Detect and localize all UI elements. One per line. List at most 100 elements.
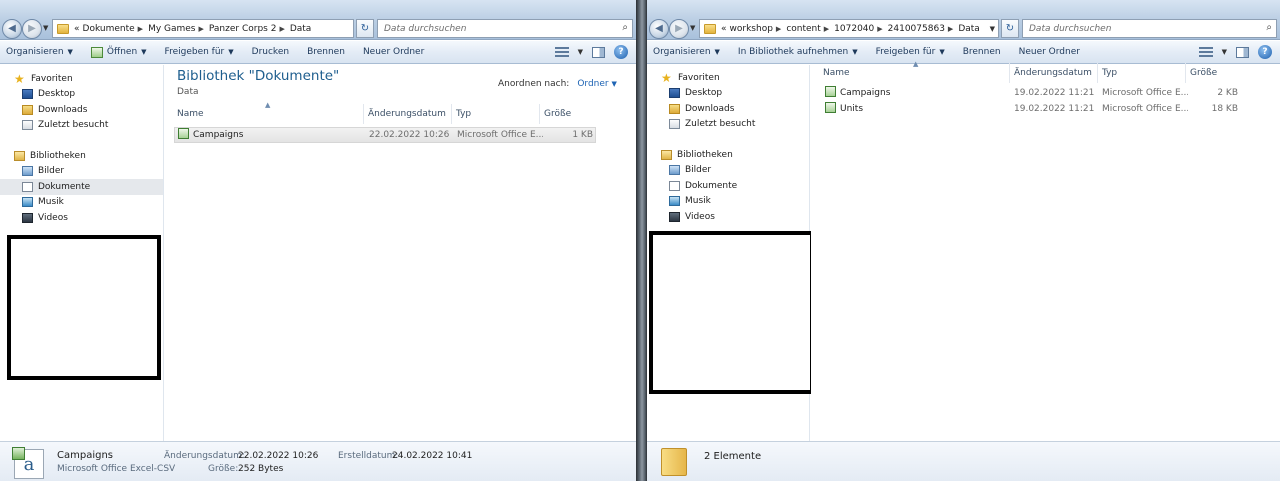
burn-button[interactable]: Brennen <box>307 47 345 57</box>
breadcrumb-data[interactable]: Data <box>290 24 312 34</box>
share-menu[interactable]: Freigeben für ▼ <box>876 47 945 57</box>
recent-pages-dropdown[interactable]: ▼ <box>43 24 48 32</box>
nav-label: Videos <box>685 211 715 222</box>
details-size-value: 252 Bytes <box>238 464 284 474</box>
table-row[interactable]: Units 19.02.2022 11:21 Microsoft Office … <box>822 102 1242 118</box>
col-type[interactable]: Typ <box>1098 63 1186 83</box>
forward-button[interactable]: ▶ <box>669 19 689 39</box>
chevron-right-icon[interactable]: ▶ <box>948 25 953 33</box>
new-folder-label: Neuer Ordner <box>1018 47 1080 57</box>
nav-favorites[interactable]: ★ Favoriten <box>0 71 163 87</box>
search-box[interactable]: ⌕ <box>1022 19 1277 38</box>
col-modified[interactable]: Änderungsdatum <box>1010 63 1098 83</box>
chevron-down-icon: ▼ <box>228 48 234 56</box>
breadcrumb[interactable]: « Dokumente ▶ My Games ▶ Panzer Corps 2 ▶ D… <box>52 19 354 38</box>
refresh-button[interactable]: ↻ <box>1001 19 1019 38</box>
back-button[interactable]: ◀ <box>649 19 669 39</box>
view-options-icon[interactable] <box>554 47 569 57</box>
chevron-down-icon: ▼ <box>141 48 147 56</box>
breadcrumb-overflow[interactable]: « <box>721 24 727 34</box>
excel-csv-file-icon <box>825 102 836 113</box>
breadcrumb-dokumente[interactable]: Dokumente <box>83 24 135 34</box>
share-menu[interactable]: Freigeben für ▼ <box>165 47 234 57</box>
open-button[interactable]: Öffnen ▼ <box>90 46 147 58</box>
col-size[interactable]: Größe <box>1186 63 1248 83</box>
nav-label: Bibliotheken <box>30 150 86 161</box>
recent-pages-dropdown[interactable]: ▼ <box>690 24 695 32</box>
chevron-down-icon[interactable]: ▼ <box>990 25 995 33</box>
nav-libraries[interactable]: Bibliotheken <box>0 148 163 164</box>
nav-item-recent[interactable]: Zuletzt besucht <box>0 118 163 134</box>
nav-item-pictures[interactable]: Bilder <box>0 164 163 180</box>
nav-item-downloads[interactable]: Downloads <box>0 102 163 118</box>
search-icon[interactable]: ⌕ <box>1266 22 1272 33</box>
breadcrumb-content[interactable]: content <box>786 24 820 34</box>
search-box[interactable]: ⌕ <box>377 19 633 38</box>
command-bar: Organisieren ▼ In Bibliothek aufnehmen ▼ F… <box>647 41 1280 64</box>
item-count: 2 Elemente <box>704 451 762 462</box>
chevron-right-icon[interactable]: ▶ <box>138 25 143 33</box>
nav-item-videos[interactable]: Videos <box>647 209 809 225</box>
col-name[interactable]: Name <box>173 104 364 124</box>
chevron-right-icon[interactable]: ▶ <box>199 25 204 33</box>
libraries-icon <box>661 149 672 160</box>
table-row[interactable]: Campaigns 22.02.2022 10:26 Microsoft Off… <box>174 127 596 143</box>
new-folder-button[interactable]: Neuer Ordner <box>1019 47 1080 57</box>
back-button[interactable]: ◀ <box>2 19 22 39</box>
chevron-right-icon[interactable]: ▶ <box>776 25 781 33</box>
chevron-down-icon[interactable]: ▼ <box>1222 48 1227 56</box>
preview-pane-icon[interactable] <box>592 46 605 58</box>
nav-item-desktop[interactable]: Desktop <box>647 86 809 102</box>
help-icon[interactable]: ? <box>1258 45 1272 59</box>
refresh-button[interactable]: ↻ <box>356 19 374 38</box>
help-icon[interactable]: ? <box>614 45 628 59</box>
col-name[interactable]: Name <box>819 63 1010 83</box>
breadcrumb-data[interactable]: Data <box>958 24 980 34</box>
nav-item-pictures[interactable]: Bilder <box>647 163 809 179</box>
nav-item-music[interactable]: Musik <box>0 195 163 211</box>
nav-item-downloads[interactable]: Downloads <box>647 101 809 117</box>
nav-libraries[interactable]: Bibliotheken <box>647 147 809 163</box>
nav-item-documents[interactable]: Dokumente <box>0 179 163 195</box>
arrange-by-dropdown[interactable]: Ordner ▼ <box>577 79 617 89</box>
downloads-folder-icon <box>22 104 33 115</box>
chevron-right-icon[interactable]: ▶ <box>877 25 882 33</box>
include-library-label: In Bibliothek aufnehmen <box>737 47 849 57</box>
nav-item-music[interactable]: Musik <box>647 194 809 210</box>
col-modified[interactable]: Änderungsdatum <box>364 104 452 124</box>
nav-label: Dokumente <box>38 181 91 192</box>
col-type[interactable]: Typ <box>452 104 540 124</box>
preview-pane-icon[interactable] <box>1236 46 1249 58</box>
open-label: Öffnen <box>106 47 138 57</box>
new-folder-button[interactable]: Neuer Ordner <box>363 47 424 57</box>
breadcrumb-panzer-corps-2[interactable]: Panzer Corps 2 <box>209 24 277 34</box>
breadcrumb-my-games[interactable]: My Games <box>148 24 195 34</box>
burn-button[interactable]: Brennen <box>963 47 1001 57</box>
star-icon: ★ <box>661 70 672 85</box>
library-title: Bibliothek "Dokumente" <box>177 68 340 84</box>
search-input[interactable] <box>378 20 632 37</box>
forward-button[interactable]: ▶ <box>22 19 42 39</box>
breadcrumb-2410075863[interactable]: 2410075863 <box>888 24 945 34</box>
breadcrumb-workshop[interactable]: workshop <box>730 24 773 34</box>
nav-item-recent[interactable]: Zuletzt besucht <box>647 117 809 133</box>
include-in-library-menu[interactable]: In Bibliothek aufnehmen ▼ <box>738 47 858 57</box>
breadcrumb-overflow[interactable]: « <box>74 24 80 34</box>
nav-item-videos[interactable]: Videos <box>0 210 163 226</box>
breadcrumb[interactable]: « workshop ▶ content ▶ 1072040 ▶ 2410075863… <box>699 19 999 38</box>
organize-menu[interactable]: Organisieren ▼ <box>6 47 73 57</box>
nav-favorites[interactable]: ★ Favoriten <box>647 70 809 86</box>
search-input[interactable] <box>1023 20 1276 37</box>
chevron-down-icon[interactable]: ▼ <box>578 48 583 56</box>
nav-item-desktop[interactable]: Desktop <box>0 87 163 103</box>
breadcrumb-1072040[interactable]: 1072040 <box>834 24 874 34</box>
table-row[interactable]: Campaigns 19.02.2022 11:21 Microsoft Off… <box>822 86 1242 102</box>
print-button[interactable]: Drucken <box>252 47 289 57</box>
organize-menu[interactable]: Organisieren ▼ <box>653 47 720 57</box>
nav-item-documents[interactable]: Dokumente <box>647 178 809 194</box>
chevron-right-icon[interactable]: ▶ <box>279 25 284 33</box>
search-icon[interactable]: ⌕ <box>622 22 628 33</box>
col-size[interactable]: Größe <box>540 104 602 124</box>
view-options-icon[interactable] <box>1198 47 1213 57</box>
chevron-right-icon[interactable]: ▶ <box>824 25 829 33</box>
